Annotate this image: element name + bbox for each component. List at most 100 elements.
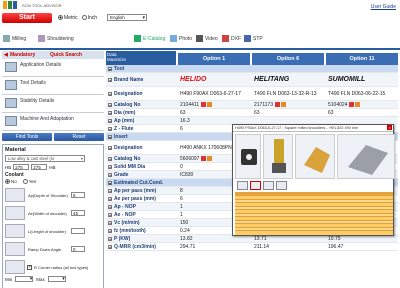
menu-tool-details[interactable]: Tool Details [2,77,104,95]
quick-search-link[interactable]: Quick Search [50,51,82,59]
collapse-icon[interactable]: ▾ [108,66,112,71]
unit-inch[interactable]: Inch [81,15,97,21]
table-cell: T490 FLN D063-06-22-15 [328,90,386,97]
param-l: L(Length of shoulder) [5,224,101,239]
expand-icon[interactable]: + [108,236,112,241]
drawing-image[interactable] [337,134,395,179]
expand-icon[interactable]: + [108,204,112,209]
expand-icon[interactable]: + [108,118,112,123]
section-label[interactable]: ▾ Insert [106,133,176,140]
thumbnail[interactable] [263,181,274,190]
cart-icon[interactable] [207,102,213,107]
expand-icon[interactable]: + [108,188,112,193]
tab-stp[interactable]: STP [244,35,263,42]
tab-video[interactable]: Video [196,35,218,42]
menu-stability-details[interactable]: Stability Details [2,95,104,113]
min-max-row: Min Max [5,276,101,283]
cart-icon[interactable] [281,102,287,107]
tab-milling[interactable]: Milling [3,35,26,42]
mandatory-header: ◀ Mandatory Quick Search [2,51,104,59]
expand-icon[interactable]: + [108,196,112,201]
param-ap: Ap(Depth of Shoulder) 8 [5,188,101,203]
maximize-link[interactable]: Maximize [107,57,175,62]
table-row: + Dia (mm) 63 63 63 [106,109,398,117]
material-select[interactable]: Low alloy & cast steel (to [5,155,85,162]
expand-icon[interactable]: + [108,145,112,150]
material-label: Material [5,147,26,153]
min-select[interactable] [15,276,34,283]
table-cell: 13.82 [180,235,193,242]
row-label: + Grade [108,171,129,178]
row-label: + Dia (mm) [108,109,136,116]
table-cell: 16.3 [180,117,190,124]
expand-icon[interactable]: + [108,77,112,82]
menu-machine-adaptation[interactable]: Machine And Adaptation [2,113,104,131]
expand-icon[interactable]: + [108,91,112,96]
table-row: + Brand Name HELIDO HELITANG SUMOMILL [106,73,398,87]
ap-input[interactable]: 8 [71,192,85,199]
section-label[interactable]: ▾ Estimated Cut.Cond. [106,179,176,186]
coolant-no[interactable]: No [5,179,17,185]
cart-icon[interactable] [355,102,361,107]
length-input[interactable] [71,228,85,235]
video-icon [196,35,203,42]
popup-images [235,134,395,179]
ae-input[interactable]: 45 [71,210,85,217]
close-icon[interactable]: × [387,125,392,130]
expand-icon[interactable]: + [108,172,112,177]
expand-icon[interactable]: + [108,156,112,161]
collapse-icon[interactable]: ▾ [108,134,112,139]
row-label: + Z - Flute [108,125,134,132]
coolant-label: Coolant [5,172,24,178]
tab-ecatalog[interactable]: E-Catalog [134,35,165,42]
coolant-options: No Yes [5,179,101,185]
thumbnail[interactable] [237,181,248,190]
mandatory-label[interactable]: Mandatory [10,52,35,58]
menu-application-details[interactable]: Application Details [2,59,104,77]
table-cell: 63 [328,109,334,116]
max-select[interactable] [47,276,66,283]
thumbnail[interactable] [276,181,287,190]
section-label[interactable]: ▾ Tool [106,65,176,72]
expand-icon[interactable]: + [108,102,112,107]
option-header[interactable]: Option 6 [252,53,324,65]
reset-button[interactable]: Reset [54,133,104,141]
corner-radius-checkbox[interactable] [27,264,32,270]
expand-icon[interactable]: + [108,220,112,225]
expand-icon[interactable]: + [108,228,112,233]
expand-icon[interactable]: + [108,244,112,249]
collapse-icon[interactable]: ▾ [108,180,112,185]
hb-from-input[interactable]: 275 [13,164,30,170]
expand-icon[interactable]: + [108,164,112,169]
pdf-icon[interactable] [349,102,355,107]
tab-dxf[interactable]: DXF [222,35,241,42]
tab-row: Milling Shouldering E-Catalog Photo Vide… [0,33,400,48]
unit-metric[interactable]: Metric [58,15,78,21]
photo-image[interactable] [295,134,335,179]
find-tools-button[interactable]: Find Tools [2,133,52,141]
user-guide-link[interactable]: User Guide [371,4,396,10]
cutter-image[interactable] [263,134,293,179]
coolant-yes[interactable]: Yes [22,179,36,185]
corner-radius-icon [5,260,25,275]
pdf-icon[interactable] [201,156,207,161]
expand-icon[interactable]: + [108,212,112,217]
thumbnail[interactable] [250,181,261,190]
tab-shouldering[interactable]: Shouldering [38,35,74,42]
cart-icon[interactable] [207,156,213,161]
option-header[interactable]: Option 1 [178,53,250,65]
hb-to-input[interactable]: 275 [31,164,48,170]
row-label: + Catalog No [108,101,141,108]
tab-photo[interactable]: Photo [170,35,192,42]
start-button[interactable]: Start [2,13,52,23]
ramp-input[interactable]: 0 [71,246,85,253]
pdf-icon[interactable] [275,102,281,107]
option-header[interactable]: Option 11 [326,53,398,65]
pdf-icon[interactable] [201,102,207,107]
insert-image[interactable] [235,134,261,179]
language-select[interactable]: English [107,14,147,21]
expand-icon[interactable]: + [108,110,112,115]
row-label: + Ae - NOP [108,211,136,218]
photo-icon [170,35,177,42]
expand-icon[interactable]: + [108,126,112,131]
